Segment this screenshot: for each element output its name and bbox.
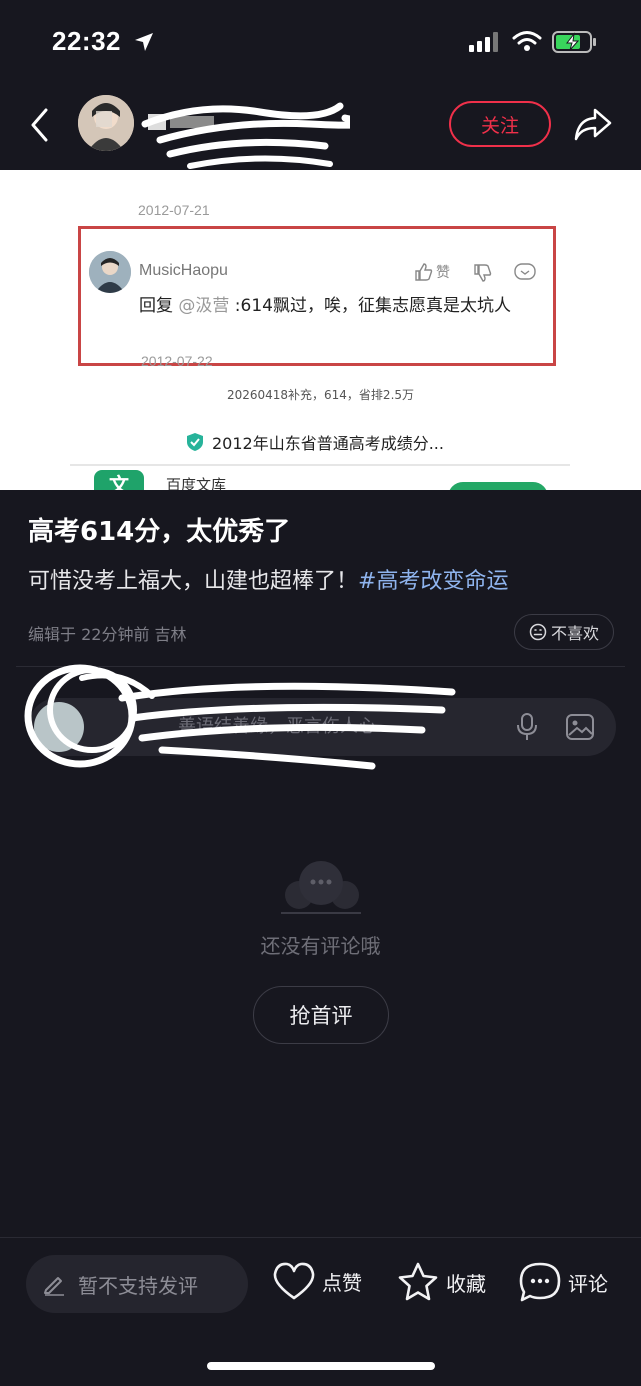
home-indicator: [207, 1362, 435, 1370]
share-icon[interactable]: [573, 106, 613, 142]
location-arrow-icon: [135, 33, 153, 51]
like-label: 点赞: [322, 1270, 362, 1295]
post-body-text: 可惜没考上福大，山建也超棒了！: [28, 569, 359, 594]
comment-disabled-box[interactable]: 暂不支持发评: [26, 1255, 248, 1313]
image-divider: [70, 464, 570, 466]
image-commenter-name: MusicHaopu: [139, 262, 228, 279]
dislike-button[interactable]: 不喜欢: [514, 614, 614, 650]
image-app-name: 百度文库: [166, 476, 227, 490]
status-bar: 22:32: [0, 0, 641, 86]
comment-input[interactable]: 善语结善缘，恶言伤人心: [178, 698, 376, 756]
image-note: 20260418补充，614，省排2.5万: [226, 388, 415, 402]
image-reply-text: 回复 @汲营 :614飘过，唉，征集志愿真是太坑人: [139, 296, 511, 316]
battery-charging-icon: [552, 31, 596, 53]
image-commenter-avatar: [89, 251, 131, 293]
post-image[interactable]: 2012-07-21 MusicHaopu 赞 回复 @汲营 :614飘过，唉，…: [0, 170, 641, 490]
pencil-icon: [44, 1277, 64, 1296]
follow-button[interactable]: 关注: [449, 101, 551, 147]
image-date-bottom: 2012-07-22: [141, 353, 213, 369]
image-app-button: [448, 482, 548, 490]
my-avatar: [34, 702, 84, 752]
heart-icon: [273, 1262, 315, 1300]
thumb-down-icon: [474, 264, 492, 282]
dislike-label: 不喜欢: [550, 624, 599, 643]
collect-label: 收藏: [446, 1271, 486, 1296]
image-like: 赞: [414, 262, 450, 282]
clock: 22:32: [52, 26, 121, 56]
sad-face-icon: [529, 623, 547, 641]
author-avatar[interactable]: [78, 95, 134, 151]
comment-icon: [519, 1262, 561, 1302]
shield-check-icon: [187, 433, 203, 451]
section-divider: [16, 666, 625, 667]
image-highlight-box: MusicHaopu 赞 回复 @汲营 :614飘过，唉，征集志愿真是太坑人 2…: [78, 226, 556, 369]
author-name-redacted[interactable]: [146, 106, 286, 136]
comment-bubble-icon: [281, 861, 361, 914]
back-icon[interactable]: [28, 106, 52, 144]
first-comment-button[interactable]: 抢首评: [253, 986, 389, 1044]
post-meta: 编辑于 22分钟前 吉林: [28, 625, 187, 644]
comment-button[interactable]: 评论: [518, 1261, 608, 1303]
image-app-icon: 文: [94, 470, 144, 490]
like-button[interactable]: 点赞: [272, 1261, 362, 1301]
image-menu-icon: [514, 263, 536, 280]
comment-input-bar[interactable]: 善语结善缘，恶言伤人心: [28, 698, 616, 756]
comment-label: 评论: [568, 1271, 608, 1296]
wifi-icon: [512, 31, 542, 51]
image-icon[interactable]: [566, 714, 594, 740]
cellular-icon: [469, 32, 498, 52]
thumb-up-icon: [415, 263, 433, 281]
star-icon: [398, 1262, 438, 1301]
empty-comments-text: 还没有评论哦: [260, 934, 381, 958]
post-body: 可惜没考上福大，山建也超棒了！#高考改变命运: [28, 563, 508, 595]
collect-button[interactable]: 收藏: [396, 1261, 486, 1303]
hashtag-link[interactable]: #高考改变命运: [358, 569, 508, 594]
nav-bar: 关注: [0, 86, 641, 170]
mic-icon[interactable]: [516, 713, 538, 741]
image-date-top: 2012-07-21: [138, 202, 210, 218]
comment-disabled-label: 暂不支持发评: [78, 1273, 198, 1298]
post-title: 高考614分，太优秀了: [28, 517, 291, 547]
image-link: 2012年山东省普通高考成绩分...: [186, 430, 444, 454]
image-link-text: 2012年山东省普通高考成绩分...: [212, 434, 444, 453]
image-like-label: 赞: [436, 265, 450, 281]
